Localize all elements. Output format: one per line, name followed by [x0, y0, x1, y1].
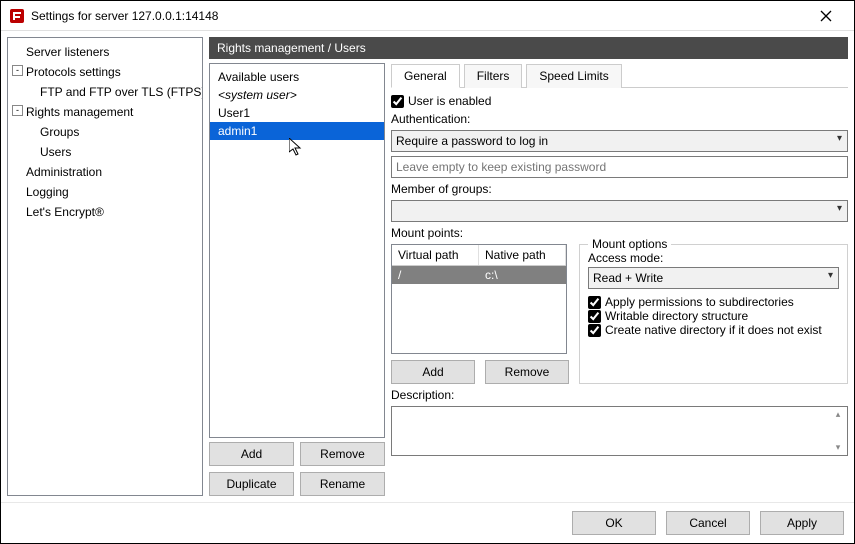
scroll-up-icon[interactable]: ▴ — [836, 409, 841, 420]
tree-logging[interactable]: Logging — [8, 182, 202, 202]
tree-admin[interactable]: Administration — [8, 162, 202, 182]
tree-protocols[interactable]: -Protocols settings — [8, 62, 202, 82]
close-button[interactable] — [806, 2, 846, 30]
ok-button[interactable]: OK — [572, 511, 656, 535]
users-duplicate-button[interactable]: Duplicate — [209, 472, 294, 496]
tree-groups[interactable]: Groups — [8, 122, 202, 142]
access-mode-label: Access mode: — [588, 251, 839, 265]
users-remove-button[interactable]: Remove — [300, 442, 385, 466]
description-label: Description: — [391, 388, 848, 402]
tab-bar: General Filters Speed Limits — [391, 63, 848, 88]
list-item[interactable]: <system user> — [210, 86, 384, 104]
tab-general[interactable]: General — [391, 64, 460, 88]
breadcrumb: Rights management / Users — [209, 37, 848, 59]
tab-speed-limits[interactable]: Speed Limits — [526, 64, 621, 88]
access-mode-select[interactable]: Read + Write — [588, 267, 839, 289]
mount-options-group: Mount options Access mode: Read + Write … — [579, 244, 848, 384]
close-icon — [820, 10, 832, 22]
users-add-button[interactable]: Add — [209, 442, 294, 466]
tree-server-listeners[interactable]: Server listeners — [8, 42, 202, 62]
available-users-list[interactable]: Available users <system user> User1 admi… — [209, 63, 385, 438]
list-item[interactable]: User1 — [210, 104, 384, 122]
table-row[interactable]: / c:\ — [392, 266, 566, 284]
app-icon — [9, 8, 25, 24]
user-enabled-checkbox[interactable]: User is enabled — [391, 94, 848, 108]
scroll-down-icon[interactable]: ▾ — [836, 442, 841, 453]
member-groups-label: Member of groups: — [391, 182, 848, 196]
create-native-checkbox[interactable]: Create native directory if it does not e… — [588, 323, 839, 337]
list-item[interactable]: admin1 — [210, 122, 384, 140]
user-enabled-input[interactable] — [391, 95, 404, 108]
mount-options-legend: Mount options — [588, 237, 671, 251]
col-virtual-path[interactable]: Virtual path — [392, 245, 479, 265]
tree-letsencrypt[interactable]: Let's Encrypt® — [8, 202, 202, 222]
tree-rights[interactable]: -Rights management — [8, 102, 202, 122]
mountpoint-remove-button[interactable]: Remove — [485, 360, 569, 384]
collapse-icon[interactable]: - — [12, 105, 23, 116]
tree-users[interactable]: Users — [8, 142, 202, 162]
users-rename-button[interactable]: Rename — [300, 472, 385, 496]
col-native-path[interactable]: Native path — [479, 245, 566, 265]
settings-tree[interactable]: Server listeners -Protocols settings FTP… — [7, 37, 203, 496]
password-field[interactable] — [391, 156, 848, 178]
cancel-button[interactable]: Cancel — [666, 511, 750, 535]
auth-mode-select[interactable]: Require a password to log in — [391, 130, 848, 152]
available-users-label: Available users — [210, 64, 384, 86]
mountpoint-add-button[interactable]: Add — [391, 360, 475, 384]
authentication-label: Authentication: — [391, 112, 848, 126]
mount-points-table[interactable]: Virtual path Native path / c:\ — [391, 244, 567, 354]
description-textarea[interactable]: ▴▾ — [391, 406, 848, 456]
window-title: Settings for server 127.0.0.1:14148 — [31, 9, 806, 23]
tab-filters[interactable]: Filters — [464, 64, 523, 88]
writable-structure-checkbox[interactable]: Writable directory structure — [588, 309, 839, 323]
collapse-icon[interactable]: - — [12, 65, 23, 76]
member-groups-select[interactable] — [391, 200, 848, 222]
apply-button[interactable]: Apply — [760, 511, 844, 535]
scrollbar[interactable]: ▴▾ — [831, 409, 845, 453]
tree-ftp[interactable]: FTP and FTP over TLS (FTPS) — [8, 82, 202, 102]
apply-subdir-checkbox[interactable]: Apply permissions to subdirectories — [588, 295, 839, 309]
